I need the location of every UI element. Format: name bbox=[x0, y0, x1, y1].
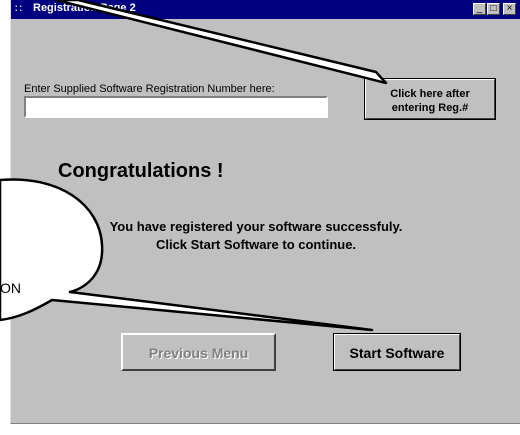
previous-menu-button[interactable]: Previous Menu bbox=[121, 333, 276, 371]
submit-registration-button[interactable]: Click here after entering Reg.# bbox=[364, 78, 496, 120]
close-icon: × bbox=[506, 3, 513, 14]
start-software-button[interactable]: Start Software bbox=[333, 333, 461, 371]
minimize-button[interactable]: _ bbox=[473, 3, 486, 15]
title-bar[interactable]: ∷ Registration Page 2 _ □ × bbox=[11, 0, 520, 19]
success-message: You have registered your software succes… bbox=[56, 218, 456, 254]
callout-bubble-text: ON bbox=[0, 280, 21, 296]
success-message-line2: Click Start Software to continue. bbox=[155, 237, 357, 252]
maximize-icon: □ bbox=[490, 3, 497, 14]
system-menu-icon[interactable]: ∷ bbox=[15, 4, 22, 15]
registration-number-label: Enter Supplied Software Registration Num… bbox=[24, 83, 275, 95]
congratulations-heading: Congratulations ! bbox=[58, 160, 224, 182]
close-button[interactable]: × bbox=[503, 3, 516, 15]
window-title: Registration Page 2 bbox=[33, 2, 136, 14]
submit-registration-label-line1: Click here after bbox=[390, 87, 470, 100]
submit-registration-label-line2: entering Reg.# bbox=[391, 101, 469, 114]
minimize-icon: _ bbox=[476, 3, 483, 14]
registration-number-input[interactable] bbox=[24, 96, 328, 118]
maximize-button[interactable]: □ bbox=[487, 3, 500, 15]
success-message-line1: You have registered your software succes… bbox=[109, 219, 403, 234]
